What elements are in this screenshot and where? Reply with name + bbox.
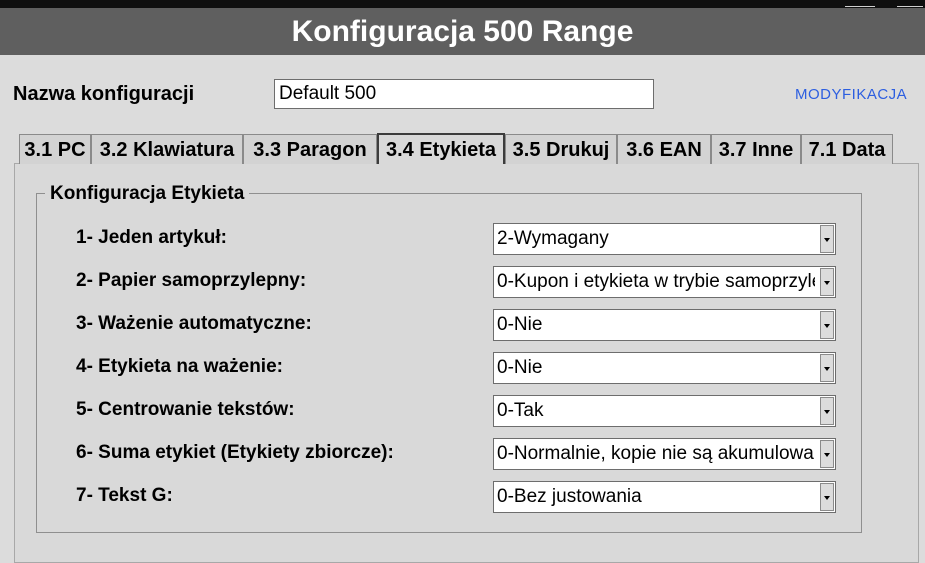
select-etykieta-na-wazenie[interactable]: 0-Nie <box>493 352 836 384</box>
setting-label-tekst-g: 7- Tekst G: <box>76 485 173 506</box>
dropdown-arrow-icon[interactable] <box>820 225 834 253</box>
select-papier-samoprzylepny[interactable]: 0-Kupon i etykieta w trybie samoprzylepn… <box>493 266 836 298</box>
dropdown-arrow-icon[interactable] <box>820 311 834 339</box>
dropdown-arrow-icon[interactable] <box>820 483 834 511</box>
tab-klawiatura[interactable]: 3.2 Klawiatura <box>91 134 243 164</box>
select-suma-etykiet[interactable]: 0-Normalnie, kopie nie są akumulowane <box>493 438 836 470</box>
window-control-mark <box>897 6 923 7</box>
select-wazenie-automatyczne[interactable]: 0-Nie <box>493 309 836 341</box>
select-value: 0-Bez justowania <box>497 486 642 507</box>
window-title: Konfiguracja 500 Range <box>0 8 925 55</box>
setting-label-papier-samoprzylepny: 2- Papier samoprzylepny: <box>76 270 307 291</box>
select-value: 2-Wymagany <box>497 228 609 249</box>
setting-label-centrowanie-tekstow: 5- Centrowanie tekstów: <box>76 399 295 420</box>
window-control-mark <box>845 6 875 7</box>
config-name-label: Nazwa konfiguracji <box>13 83 195 105</box>
tab-etykieta[interactable]: 3.4 Etykieta <box>377 133 505 164</box>
tab-drukuj[interactable]: 3.5 Drukuj <box>505 134 617 164</box>
tab-pc[interactable]: 3.1 PC <box>19 134 91 164</box>
tab-paragon[interactable]: 3.3 Paragon <box>243 134 377 164</box>
dropdown-arrow-icon[interactable] <box>820 440 834 468</box>
select-centrowanie-tekstow[interactable]: 0-Tak <box>493 395 836 427</box>
select-tekst-g[interactable]: 0-Bez justowania <box>493 481 836 513</box>
setting-label-jeden-artykul: 1- Jeden artykuł: <box>76 227 227 248</box>
select-value: 0-Nie <box>497 357 543 378</box>
dropdown-arrow-icon[interactable] <box>820 354 834 382</box>
top-strip <box>0 0 925 8</box>
select-jeden-artykul[interactable]: 2-Wymagany <box>493 223 836 255</box>
modify-link[interactable]: MODYFIKACJA <box>795 86 907 103</box>
config-name-input[interactable] <box>274 79 654 109</box>
dropdown-arrow-icon[interactable] <box>820 397 834 425</box>
setting-label-suma-etykiet: 6- Suma etykiet (Etykiety zbiorcze): <box>76 442 394 463</box>
tab-inne[interactable]: 3.7 Inne <box>711 134 801 164</box>
tab-ean[interactable]: 3.6 EAN <box>617 134 711 164</box>
select-value: 0-Nie <box>497 314 543 335</box>
setting-label-wazenie-automatyczne: 3- Ważenie automatyczne: <box>76 313 312 334</box>
dropdown-arrow-icon[interactable] <box>820 268 834 296</box>
tab-data[interactable]: 7.1 Data <box>801 134 893 164</box>
select-value: 0-Tak <box>497 400 544 421</box>
select-value: 0-Normalnie, kopie nie są akumulowane <box>497 443 815 464</box>
select-value: 0-Kupon i etykieta w trybie samoprzylepn… <box>497 271 815 292</box>
setting-label-etykieta-na-wazenie: 4- Etykieta na ważenie: <box>76 356 283 377</box>
group-title: Konfiguracja Etykieta <box>45 183 250 205</box>
